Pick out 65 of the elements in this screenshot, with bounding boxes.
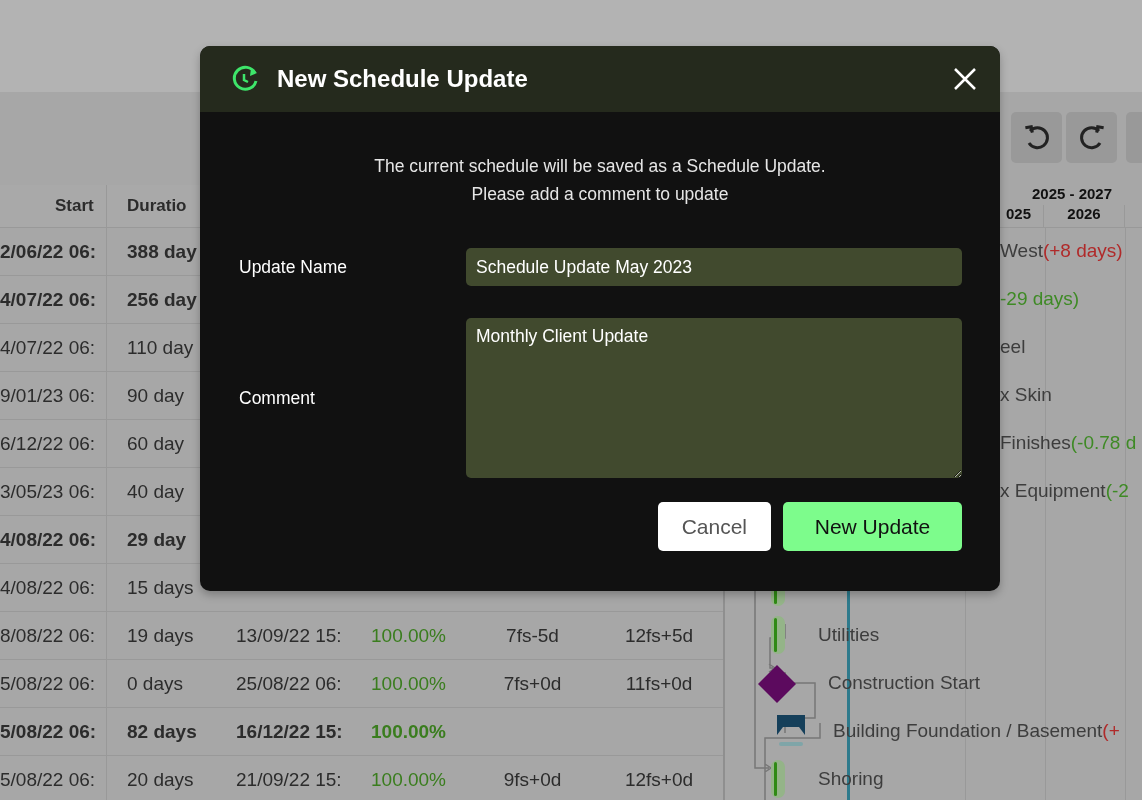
table-row[interactable]: 8/08/22 06: 19 days 13/09/22 15: 100.00% 7fs-5d 12fs+5d (0, 612, 723, 660)
undo-button[interactable] (1011, 112, 1062, 163)
table-cell: 9/01/23 06: (0, 372, 107, 419)
column-header[interactable]: Start (0, 185, 107, 227)
table-cell-text: 7fs-5d (505, 623, 560, 648)
table-cell: 4/07/22 06: (0, 324, 107, 371)
task-label: x Equipment(-2 (1000, 480, 1129, 502)
task-label: Finishes(-0.78 d (1000, 432, 1137, 454)
table-cell-text: 110 day (126, 335, 195, 360)
task-label: x Skin (1000, 384, 1052, 406)
dialog-message: The current schedule will be saved as a Schedule Update. Please add a comment to update (373, 155, 827, 206)
table-cell-text: 60 day (126, 431, 186, 456)
close-icon (952, 66, 978, 92)
table-row[interactable]: 5/08/22 06: 0 days 25/08/22 06: 100.00% 7fs+0d 11fs+0d (0, 660, 723, 708)
task-label: eel (1000, 336, 1026, 358)
comment-field[interactable]: Monthly Client Update (466, 318, 962, 478)
table-cell: 3/05/23 06: (0, 468, 107, 515)
table-cell: 5/08/22 06: (0, 708, 107, 755)
cancel-button[interactable]: Cancel (657, 502, 771, 551)
table-cell-text: 29 day (126, 527, 188, 552)
redo-button[interactable] (1066, 112, 1117, 163)
table-cell-text: 12fs+5d (623, 623, 695, 648)
table-cell-text: 100.00% (370, 671, 447, 696)
table-cell: 8/08/22 06: (0, 612, 107, 659)
table-row[interactable]: 5/08/22 06: 82 days 16/12/22 15: 100.00% (0, 708, 723, 756)
table-cell-text: 100.00% (370, 767, 447, 792)
table-cell: 2/06/22 06: (0, 228, 107, 275)
timeline-period: 2025 - 2027 (1030, 185, 1114, 204)
table-cell-text: 100.00% (370, 623, 447, 648)
table-cell-text: 13/09/22 15: (235, 623, 343, 648)
table-cell-text: 15 days (126, 575, 195, 600)
table-cell: 4/08/22 06: (0, 564, 107, 611)
close-button[interactable] (952, 66, 978, 92)
table-cell-text: 21/09/22 15: (235, 767, 343, 792)
field-label: Update Name (239, 256, 348, 278)
table-cell-text: 90 day (126, 383, 186, 408)
table-cell-text: 9fs+0d (502, 767, 563, 792)
timeline-year: 2026 (1043, 205, 1125, 227)
table-cell-text: 256 day (126, 287, 198, 312)
refresh-clock-icon (230, 64, 260, 94)
table-row[interactable]: 5/08/22 06: 20 days 21/09/22 15: 100.00% 9fs+0d 12fs+0d (0, 756, 723, 800)
table-cell-text: 11fs+0d (624, 671, 694, 696)
table-cell-text: 82 days (126, 719, 198, 744)
table-cell-text: 12fs+0d (623, 767, 695, 792)
table-cell-text: 0 days (126, 671, 184, 696)
table-cell: 4/07/22 06: (0, 276, 107, 323)
table-cell: 4/08/22 06: (0, 516, 107, 563)
table-cell: 5/08/22 06: (0, 660, 107, 707)
field-label: Comment (239, 387, 316, 409)
table-cell-text: 100.00% (370, 719, 447, 744)
new-update-button[interactable]: New Update (783, 502, 962, 551)
dialog-title: New Schedule Update (277, 65, 529, 93)
table-cell: 6/12/22 06: (0, 420, 107, 467)
table-cell-text: 388 day (126, 239, 198, 264)
table-cell: 5/08/22 06: (0, 756, 107, 800)
table-cell-text: 16/12/22 15: (235, 719, 344, 744)
table-cell-text: 7fs+0d (502, 671, 563, 696)
input-field[interactable]: Schedule Update May 2023 (466, 248, 962, 286)
table-cell-text: 25/08/22 06: (235, 671, 343, 696)
table-cell-text: 40 day (126, 479, 186, 504)
milestone-diamond (758, 665, 796, 703)
task-label: -29 days) (1000, 288, 1080, 310)
task-label: West(+8 days) (1000, 240, 1123, 262)
table-cell-text: 20 days (126, 767, 195, 792)
table-cell-text: 19 days (126, 623, 195, 648)
